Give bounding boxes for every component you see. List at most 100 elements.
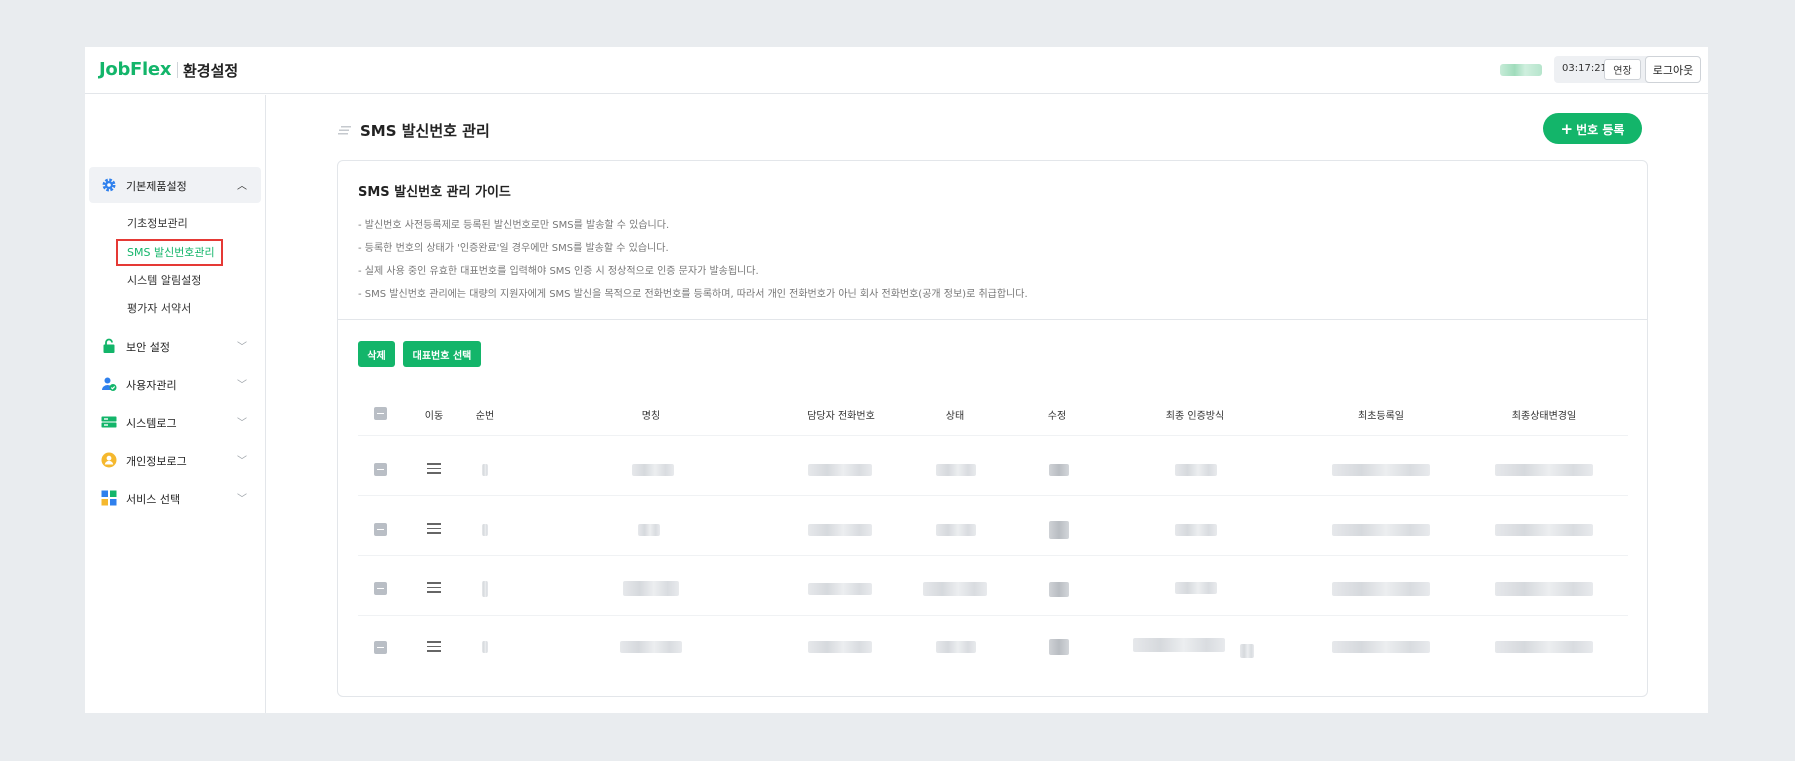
blurred-cell bbox=[1175, 464, 1217, 476]
sidebar-group-privacy-log[interactable]: 개인정보로그 ﹀ bbox=[89, 442, 261, 478]
sidebar: 기본제품설정 ︿ 기초정보관리 SMS 발신번호관리 시스템 알림설정 평가자 … bbox=[85, 95, 266, 713]
blurred-cell bbox=[1175, 524, 1217, 536]
session-timer-pill: 03:17:21 연장 bbox=[1554, 56, 1652, 83]
blurred-cell bbox=[620, 641, 682, 653]
sidebar-group-security[interactable]: 보안 설정 ﹀ bbox=[89, 328, 261, 364]
sidebar-group-label: 시스템로그 bbox=[126, 417, 177, 430]
register-number-button[interactable]: + 번호 등록 bbox=[1543, 113, 1642, 144]
blurred-cell bbox=[482, 524, 488, 536]
register-button-label: 번호 등록 bbox=[1576, 122, 1625, 137]
blurred-cell bbox=[923, 582, 987, 596]
col-seq: 순번 bbox=[475, 411, 495, 422]
sidebar-group-basic-settings[interactable]: 기본제품설정 ︿ bbox=[89, 167, 261, 203]
blurred-cell bbox=[808, 464, 872, 476]
blurred-cell[interactable] bbox=[1049, 521, 1069, 539]
logout-button[interactable]: 로그아웃 bbox=[1645, 56, 1701, 83]
server-icon bbox=[101, 416, 117, 428]
gear-icon bbox=[102, 178, 116, 192]
col-last-status-changed: 최종상태변경일 bbox=[1511, 411, 1577, 422]
blurred-cell[interactable] bbox=[1049, 582, 1069, 597]
user-name-blurred bbox=[1500, 64, 1542, 76]
blurred-cell bbox=[1332, 582, 1430, 596]
blurred-cell[interactable] bbox=[1049, 464, 1069, 476]
blurred-cell bbox=[1332, 464, 1430, 476]
blurred-cell bbox=[808, 583, 872, 595]
blurred-cell bbox=[1495, 524, 1593, 536]
panel-divider bbox=[338, 319, 1647, 320]
col-last-auth-method: 최종 인증방식 bbox=[1165, 411, 1225, 422]
blurred-cell bbox=[936, 641, 976, 653]
row-checkbox[interactable] bbox=[374, 463, 387, 476]
blurred-cell bbox=[936, 524, 976, 536]
blurred-cell bbox=[638, 524, 660, 536]
person-circle-icon bbox=[101, 452, 117, 468]
header-divider bbox=[177, 62, 178, 78]
drag-handle-icon[interactable] bbox=[427, 523, 441, 534]
col-name: 명칭 bbox=[641, 411, 661, 422]
extend-session-button[interactable]: 연장 bbox=[1604, 59, 1641, 80]
blurred-cell bbox=[482, 581, 488, 597]
session-timer: 03:17:21 bbox=[1562, 63, 1607, 74]
blurred-cell bbox=[482, 464, 488, 476]
col-edit: 수정 bbox=[1047, 411, 1067, 422]
row-divider bbox=[358, 495, 1628, 496]
guide-line: - 발신번호 사전등록제로 등록된 발신번호로만 SMS를 발송할 수 있습니다… bbox=[358, 220, 670, 231]
row-divider bbox=[358, 435, 1628, 436]
sidebar-group-label: 기본제품설정 bbox=[126, 180, 187, 193]
select-all-checkbox[interactable] bbox=[374, 407, 387, 420]
blurred-cell bbox=[1332, 641, 1430, 653]
blurred-cell bbox=[1133, 638, 1225, 652]
blurred-cell bbox=[482, 641, 488, 653]
delete-button[interactable]: 삭제 bbox=[358, 341, 395, 367]
blurred-cell bbox=[1495, 464, 1593, 476]
user-check-icon bbox=[102, 377, 117, 391]
blurred-cell bbox=[1332, 524, 1430, 536]
row-checkbox[interactable] bbox=[374, 641, 387, 654]
blurred-cell bbox=[632, 464, 674, 476]
guide-title: SMS 발신번호 관리 가이드 bbox=[358, 185, 511, 200]
blurred-cell bbox=[1175, 582, 1217, 594]
blurred-cell[interactable] bbox=[1049, 639, 1069, 655]
sidebar-item-basic-info[interactable]: 기초정보관리 bbox=[127, 215, 188, 231]
row-checkbox[interactable] bbox=[374, 523, 387, 536]
col-first-registered: 최초등록일 bbox=[1358, 411, 1404, 422]
row-checkbox[interactable] bbox=[374, 582, 387, 595]
sidebar-item-evaluator-pledge[interactable]: 평가자 서약서 bbox=[127, 300, 191, 316]
sidebar-group-label: 보안 설정 bbox=[126, 341, 170, 354]
drag-handle-icon[interactable] bbox=[427, 582, 441, 593]
app-window: JobFlex 환경설정 03:17:21 연장 로그아웃 기본제품설정 ︿ 기… bbox=[85, 47, 1708, 713]
sidebar-group-service-select[interactable]: 서비스 선택 ﹀ bbox=[89, 480, 261, 516]
blurred-cell bbox=[808, 524, 872, 536]
guide-line: - SMS 발신번호 관리에는 대량의 지원자에게 SMS 발신을 목적으로 전… bbox=[358, 289, 1028, 300]
chevron-down-icon: ﹀ bbox=[237, 380, 247, 391]
chevron-down-icon: ﹀ bbox=[237, 342, 247, 353]
row-divider bbox=[358, 615, 1628, 616]
sidebar-group-users[interactable]: 사용자관리 ﹀ bbox=[89, 366, 261, 402]
header-title: 환경설정 bbox=[183, 62, 239, 80]
row-divider bbox=[358, 555, 1628, 556]
select-representative-button[interactable]: 대표번호 선택 bbox=[403, 341, 481, 367]
guide-line: - 등록한 번호의 상태가 '인증완료'일 경우에만 SMS를 발송할 수 있습… bbox=[358, 243, 669, 254]
chevron-down-icon: ﹀ bbox=[237, 418, 247, 429]
page-title: SMS 발신번호 관리 bbox=[360, 122, 490, 140]
blurred-cell bbox=[1495, 582, 1593, 596]
chevron-down-icon: ﹀ bbox=[237, 494, 247, 505]
col-move: 이동 bbox=[424, 411, 444, 422]
chevron-up-icon: ︿ bbox=[237, 181, 247, 192]
blurred-cell bbox=[808, 641, 872, 653]
drag-handle-icon[interactable] bbox=[427, 463, 441, 474]
active-item-highlight-box bbox=[116, 239, 223, 266]
drag-handle-icon[interactable] bbox=[427, 641, 441, 652]
col-status: 상태 bbox=[945, 411, 965, 422]
lock-icon bbox=[103, 338, 115, 353]
guide-line: - 실제 사용 중인 유효한 대표번호를 입력해야 SMS 인증 시 정상적으로… bbox=[358, 266, 759, 277]
sidebar-item-system-alert[interactable]: 시스템 알림설정 bbox=[127, 272, 201, 288]
content-panel: SMS 발신번호 관리 가이드 - 발신번호 사전등록제로 등록된 발신번호로만… bbox=[337, 160, 1648, 697]
blurred-cell bbox=[623, 581, 679, 596]
top-header: JobFlex 환경설정 03:17:21 연장 로그아웃 bbox=[85, 47, 1708, 94]
jobflex-logo[interactable]: JobFlex bbox=[99, 59, 171, 80]
grid-icon bbox=[101, 490, 117, 506]
sidebar-group-label: 사용자관리 bbox=[126, 379, 177, 392]
col-manager-phone: 담당자 전화번호 bbox=[807, 411, 875, 422]
sidebar-group-system-log[interactable]: 시스템로그 ﹀ bbox=[89, 404, 261, 440]
